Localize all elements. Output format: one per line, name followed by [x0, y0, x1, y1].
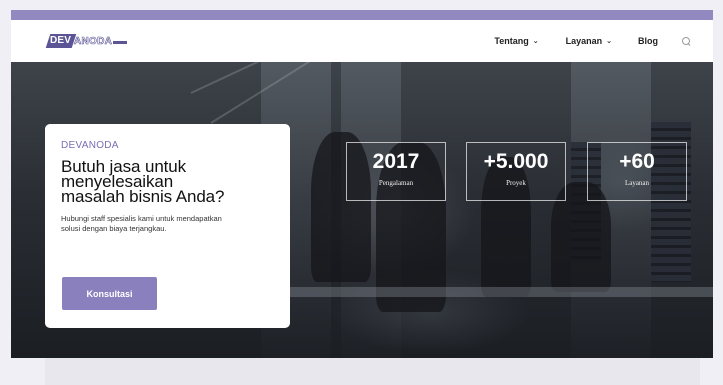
- navbar: DEV ANODA Tentang ⌄ Layanan ⌄ Blog: [11, 20, 713, 62]
- stat-label: Proyek: [506, 179, 526, 187]
- logo-mark: DEV: [46, 34, 76, 48]
- search-icon[interactable]: [682, 36, 691, 46]
- nav-item-label: Layanan: [565, 36, 603, 46]
- top-accent-bar: [11, 10, 713, 20]
- hero-title-line: masalah bisnis Anda?: [61, 187, 225, 206]
- card-brand: DEVANODA: [61, 140, 119, 151]
- features-strip: [45, 358, 700, 385]
- stat-value: +60: [619, 150, 655, 173]
- logo-prefix: DEV: [50, 35, 72, 46]
- konsultasi-button[interactable]: Konsultasi: [62, 277, 157, 310]
- hero-description: Hubungi staff spesialis kami untuk menda…: [61, 214, 276, 234]
- stat-label: Layanan: [624, 179, 650, 187]
- nav-item-label: Blog: [638, 36, 658, 46]
- nav-item-label: Tentang: [494, 36, 529, 46]
- logo[interactable]: DEV ANODA: [46, 34, 128, 48]
- chevron-down-icon: ⌄: [606, 38, 612, 45]
- stat-box-pengalaman: 2017 Pengalaman: [346, 142, 446, 201]
- hero-description-line: solusi dengan biaya terjangkau.: [61, 224, 167, 233]
- stat-value: +5.000: [483, 150, 549, 173]
- hero-card: DEVANODA Butuh jasa untuk menyelesaikan …: [45, 124, 290, 328]
- logo-text: ANODA: [74, 35, 113, 47]
- background-desk: [271, 287, 713, 297]
- nav-item-tentang[interactable]: Tentang ⌄: [494, 36, 538, 46]
- stat-box-layanan: +60 Layanan: [587, 142, 687, 201]
- stat-value: 2017: [372, 150, 420, 173]
- hero-title: Butuh jasa untuk menyelesaikan masalah b…: [61, 158, 274, 206]
- nav-item-layanan[interactable]: Layanan ⌄: [566, 36, 612, 46]
- hero-description-line: Hubungi staff spesialis kami untuk menda…: [61, 214, 222, 223]
- nav-item-blog[interactable]: Blog: [638, 36, 658, 46]
- logo-underline: [113, 40, 128, 44]
- main-nav: Tentang ⌄ Layanan ⌄ Blog: [494, 20, 691, 62]
- stat-label: Pengalaman: [378, 179, 414, 187]
- chevron-down-icon: ⌄: [532, 38, 539, 45]
- stat-box-proyek: +5.000 Proyek: [466, 142, 566, 201]
